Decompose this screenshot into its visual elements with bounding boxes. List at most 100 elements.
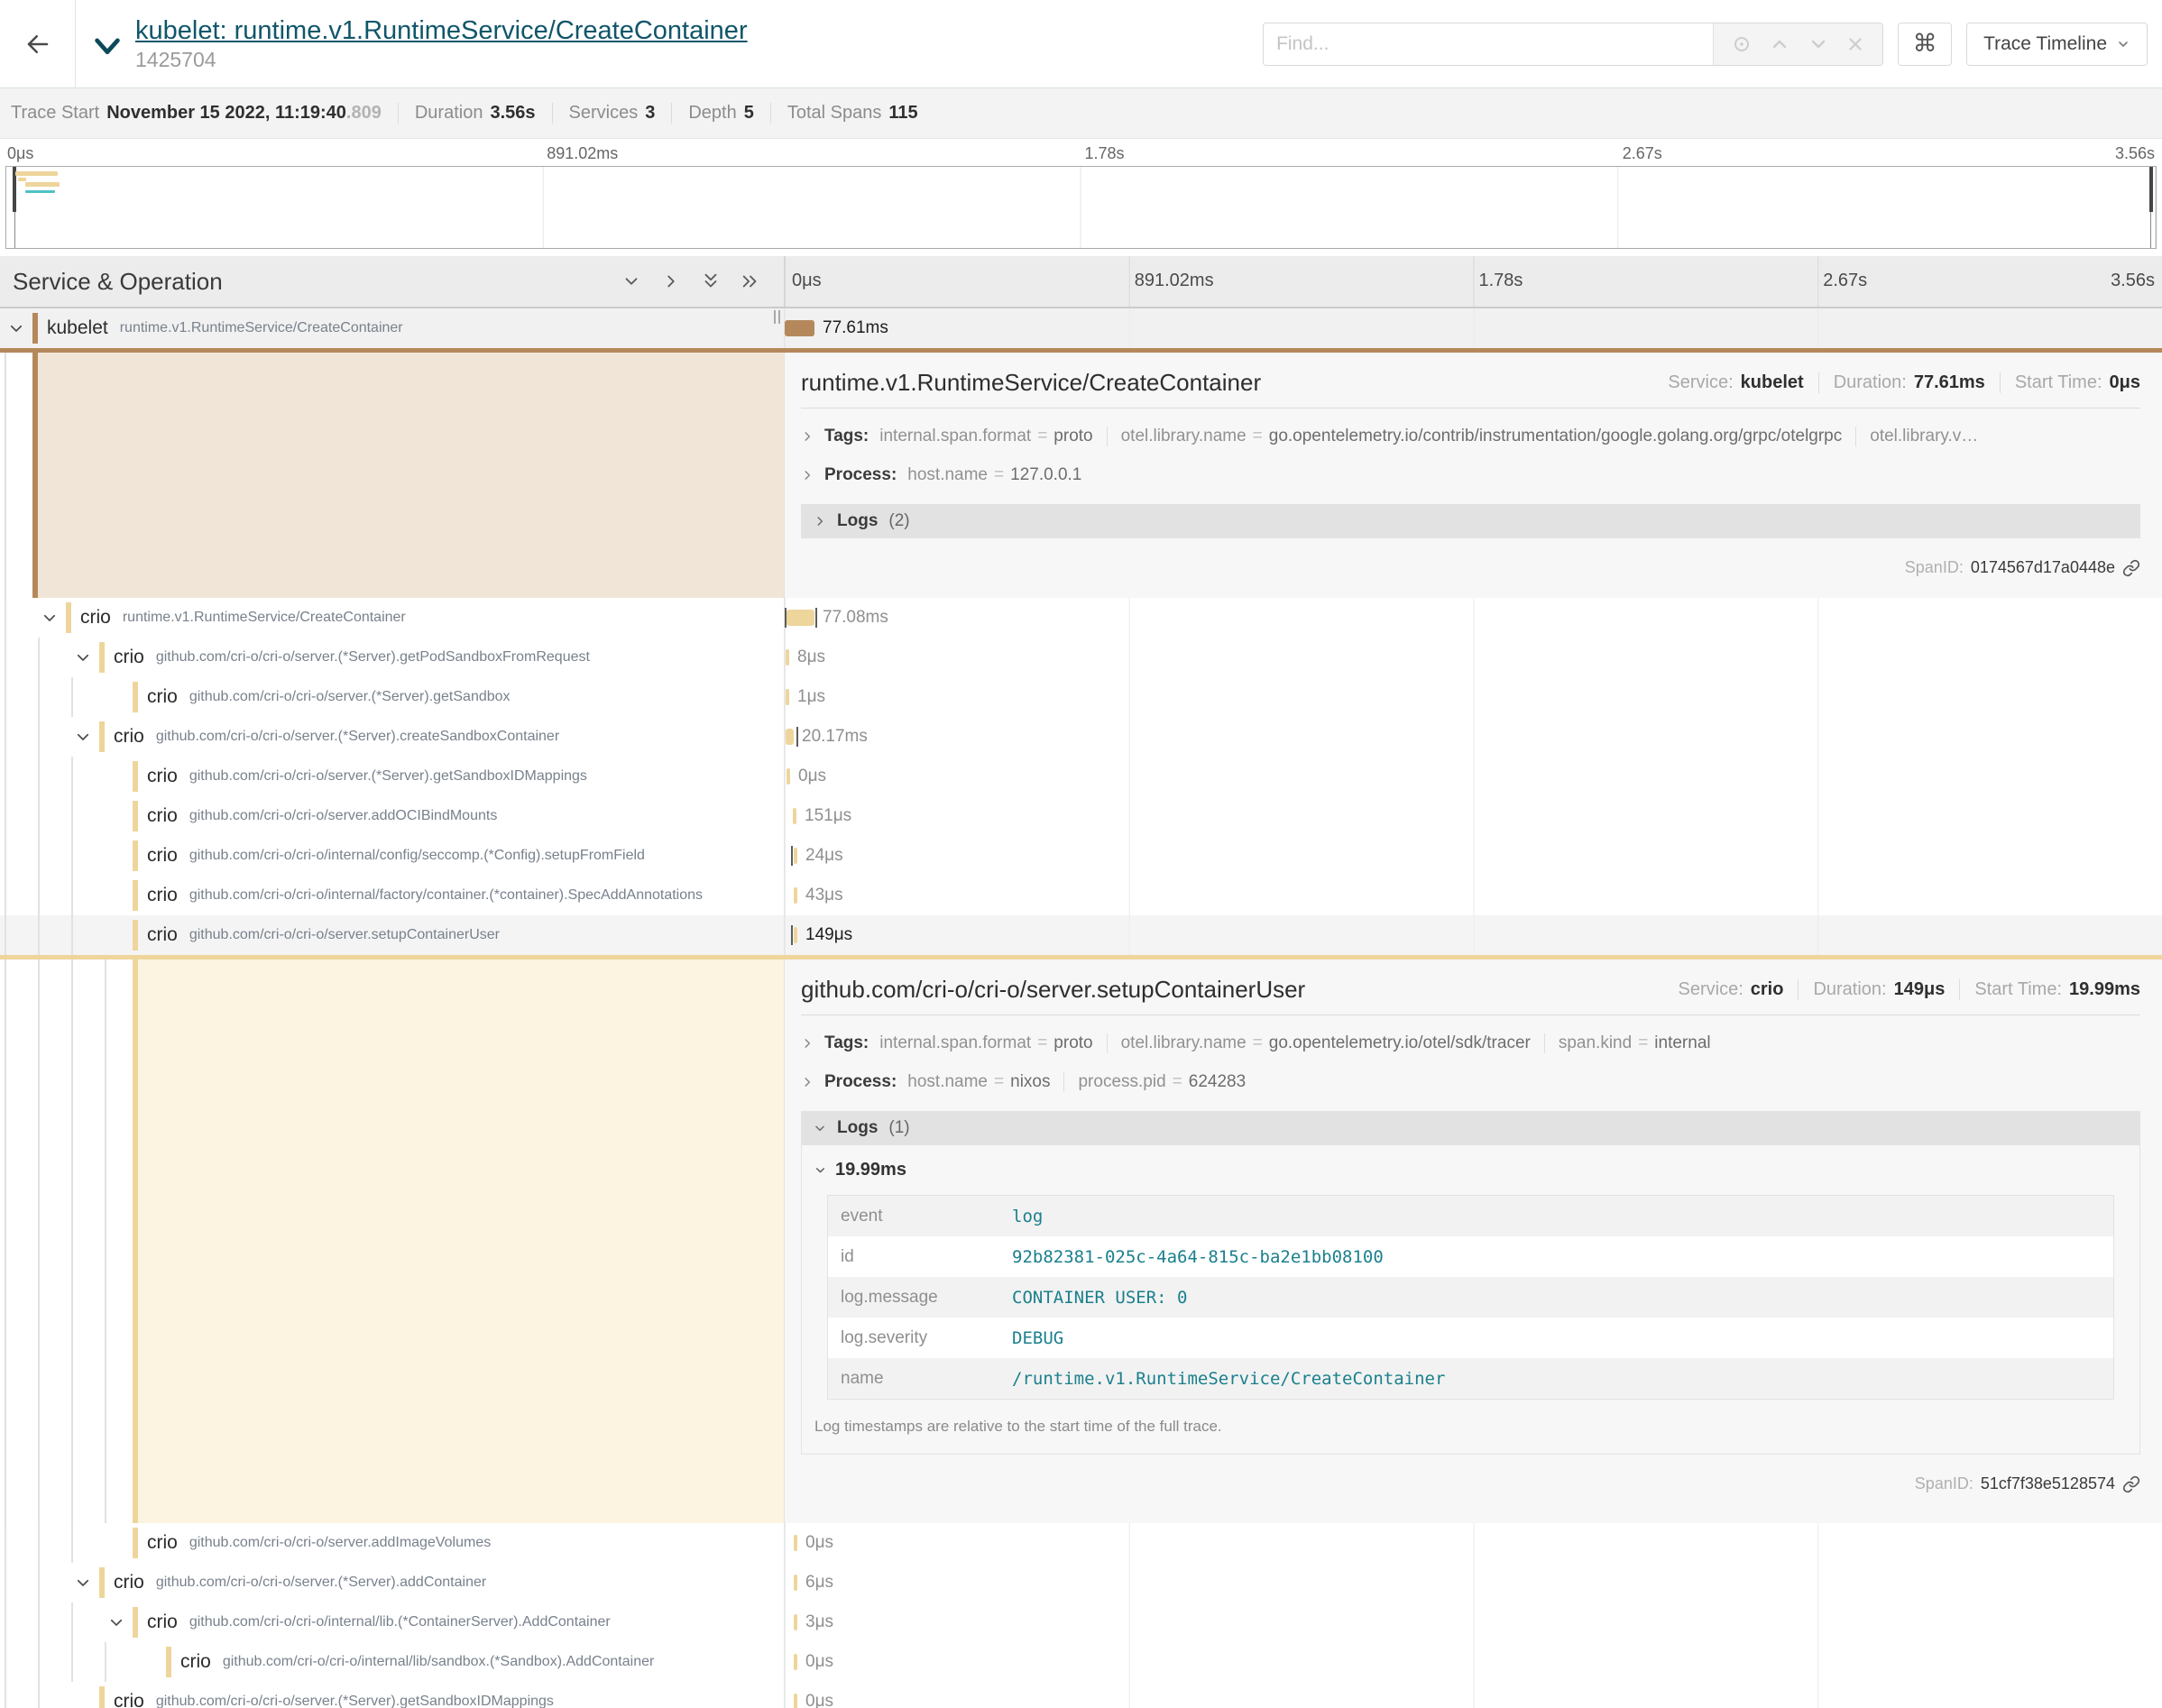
span-row-name-cell[interactable]: crio github.com/cri-o/cri-o/server.(*Ser… bbox=[0, 638, 785, 677]
chevron-up-icon bbox=[1769, 33, 1790, 55]
span-row-timeline-cell[interactable]: 0μs bbox=[785, 1682, 2162, 1708]
span-duration-bar[interactable] bbox=[786, 689, 789, 705]
span-duration-bar[interactable] bbox=[786, 649, 789, 666]
collapse-one-level-button[interactable] bbox=[661, 271, 681, 291]
span-row-name-cell[interactable]: crio github.com/cri-o/cri-o/server.(*Ser… bbox=[0, 757, 785, 796]
span-row-name-cell[interactable]: crio github.com/cri-o/cri-o/internal/fac… bbox=[0, 876, 785, 915]
process-section[interactable]: Process: host.name=127.0.0.1 bbox=[801, 465, 2140, 485]
clear-find-button[interactable] bbox=[1845, 34, 1865, 54]
span-row[interactable]: crio github.com/cri-o/cri-o/server.(*Ser… bbox=[0, 1563, 2162, 1602]
row-expand-chevron[interactable] bbox=[107, 1613, 125, 1631]
operation-name: github.com/cri-o/cri-o/server.(*Server).… bbox=[156, 729, 559, 745]
prev-match-button[interactable] bbox=[1769, 33, 1790, 55]
next-match-button[interactable] bbox=[1808, 33, 1829, 55]
span-row[interactable]: crio github.com/cri-o/cri-o/server.(*Ser… bbox=[0, 757, 2162, 796]
span-duration-bar[interactable] bbox=[785, 320, 814, 336]
trace-title-link[interactable]: kubelet: runtime.v1.RuntimeService/Creat… bbox=[135, 16, 748, 45]
span-row-timeline-cell[interactable]: 1μs bbox=[785, 677, 2162, 717]
tags-section[interactable]: Tags: internal.span.format=protootel.lib… bbox=[801, 1033, 2140, 1053]
span-duration-bar[interactable] bbox=[794, 1694, 797, 1708]
link-icon[interactable] bbox=[2122, 1475, 2140, 1493]
span-row[interactable]: crio github.com/cri-o/cri-o/server.(*Ser… bbox=[0, 677, 2162, 717]
span-row-timeline-cell[interactable]: 149μs bbox=[785, 915, 2162, 955]
span-row-timeline-cell[interactable]: 0μs bbox=[785, 1642, 2162, 1682]
span-row-name-cell[interactable]: crio github.com/cri-o/cri-o/server.setup… bbox=[0, 915, 785, 955]
logs-accordion-collapsed[interactable]: Logs (2) bbox=[801, 504, 2140, 538]
span-row[interactable]: crio github.com/cri-o/cri-o/server.(*Ser… bbox=[0, 1682, 2162, 1708]
span-duration-bar[interactable] bbox=[787, 610, 814, 626]
span-duration-bar[interactable] bbox=[794, 1535, 797, 1551]
span-row-timeline-cell[interactable]: 0μs bbox=[785, 1523, 2162, 1563]
crosshair-icon bbox=[1731, 33, 1753, 55]
span-row-name-cell[interactable]: crio github.com/cri-o/cri-o/internal/lib… bbox=[0, 1602, 785, 1642]
keyboard-shortcuts-button[interactable]: ⌘ bbox=[1898, 23, 1952, 66]
span-row[interactable]: crio github.com/cri-o/cri-o/internal/lib… bbox=[0, 1642, 2162, 1682]
minimap-canvas[interactable] bbox=[5, 166, 2157, 249]
span-row[interactable]: crio runtime.v1.RuntimeService/CreateCon… bbox=[0, 598, 2162, 638]
column-resizer-grip[interactable] bbox=[774, 310, 783, 324]
span-row[interactable]: crio github.com/cri-o/cri-o/server.addOC… bbox=[0, 796, 2162, 836]
expand-one-level-button[interactable] bbox=[621, 271, 641, 291]
span-duration-bar[interactable] bbox=[794, 848, 797, 864]
logs-accordion-expanded[interactable]: Logs (1) bbox=[801, 1111, 2140, 1145]
span-row-timeline-cell[interactable]: 77.61ms bbox=[785, 308, 2162, 348]
span-row-timeline-cell[interactable]: 6μs bbox=[785, 1563, 2162, 1602]
span-row-timeline-cell[interactable]: 3μs bbox=[785, 1602, 2162, 1642]
span-row[interactable]: crio github.com/cri-o/cri-o/server.(*Ser… bbox=[0, 717, 2162, 757]
log-entry-header[interactable]: 19.99ms bbox=[814, 1160, 2127, 1180]
span-row-name-cell[interactable]: crio github.com/cri-o/cri-o/internal/con… bbox=[0, 836, 785, 876]
tags-section[interactable]: Tags: internal.span.format=protootel.lib… bbox=[801, 427, 2140, 446]
span-row-timeline-cell[interactable]: 20.17ms bbox=[785, 717, 2162, 757]
span-row-timeline-cell[interactable]: 43μs bbox=[785, 876, 2162, 915]
expand-all-button[interactable] bbox=[701, 271, 721, 291]
trace-view-selector[interactable]: Trace Timeline bbox=[1966, 23, 2148, 66]
tree-guide bbox=[71, 836, 73, 876]
span-row[interactable]: crio github.com/cri-o/cri-o/internal/lib… bbox=[0, 1602, 2162, 1642]
service-name: crio bbox=[147, 766, 178, 787]
span-duration-bar[interactable] bbox=[787, 768, 790, 785]
span-row[interactable]: crio github.com/cri-o/cri-o/server.(*Ser… bbox=[0, 638, 2162, 677]
span-row-timeline-cell[interactable]: 77.08ms bbox=[785, 598, 2162, 638]
span-duration-bar[interactable] bbox=[794, 1654, 797, 1670]
row-expand-chevron[interactable] bbox=[74, 728, 92, 746]
span-duration-bar[interactable] bbox=[793, 808, 796, 824]
process-section[interactable]: Process: host.name=nixosprocess.pid=6242… bbox=[801, 1072, 2140, 1092]
span-duration-bar[interactable] bbox=[794, 1614, 797, 1630]
span-duration-bar[interactable] bbox=[786, 729, 794, 745]
span-row[interactable]: crio github.com/cri-o/cri-o/internal/con… bbox=[0, 836, 2162, 876]
span-duration-bar[interactable] bbox=[794, 1575, 797, 1591]
span-row-name-cell[interactable]: crio github.com/cri-o/cri-o/internal/lib… bbox=[0, 1642, 785, 1682]
span-row[interactable]: crio github.com/cri-o/cri-o/server.setup… bbox=[0, 915, 2162, 955]
row-expand-chevron[interactable] bbox=[74, 648, 92, 666]
span-row[interactable]: crio github.com/cri-o/cri-o/internal/fac… bbox=[0, 876, 2162, 915]
span-row[interactable]: crio github.com/cri-o/cri-o/server.addIm… bbox=[0, 1523, 2162, 1563]
span-row-timeline-cell[interactable]: 0μs bbox=[785, 757, 2162, 796]
span-row-name-cell[interactable]: crio github.com/cri-o/cri-o/server.addOC… bbox=[0, 796, 785, 836]
span-row-name-cell[interactable]: crio github.com/cri-o/cri-o/server.(*Ser… bbox=[0, 677, 785, 717]
span-row-name-cell[interactable]: crio github.com/cri-o/cri-o/server.(*Ser… bbox=[0, 1563, 785, 1602]
minimap-right-handle[interactable] bbox=[2149, 167, 2153, 212]
find-input[interactable] bbox=[1264, 23, 1713, 65]
focus-match-button[interactable] bbox=[1731, 33, 1753, 55]
span-row[interactable]: kubelet runtime.v1.RuntimeService/Create… bbox=[0, 308, 2162, 348]
span-duration-bar[interactable] bbox=[794, 927, 797, 943]
span-row-timeline-cell[interactable]: 151μs bbox=[785, 796, 2162, 836]
span-row-name-cell[interactable]: kubelet runtime.v1.RuntimeService/Create… bbox=[0, 308, 785, 348]
row-expand-chevron[interactable] bbox=[74, 1574, 92, 1592]
span-duration-bar[interactable] bbox=[794, 887, 797, 904]
collapse-header-button[interactable] bbox=[92, 35, 123, 59]
row-expand-chevron[interactable] bbox=[7, 319, 25, 337]
tree-guide bbox=[5, 876, 6, 915]
span-row-timeline-cell[interactable]: 24μs bbox=[785, 836, 2162, 876]
collapse-all-button[interactable] bbox=[741, 271, 760, 291]
span-row-name-cell[interactable]: crio github.com/cri-o/cri-o/server.(*Ser… bbox=[0, 717, 785, 757]
span-duration-label: 149μs bbox=[805, 925, 852, 945]
span-duration-label: 6μs bbox=[805, 1573, 833, 1593]
span-row-name-cell[interactable]: crio runtime.v1.RuntimeService/CreateCon… bbox=[0, 598, 785, 638]
row-expand-chevron[interactable] bbox=[41, 609, 59, 627]
span-row-timeline-cell[interactable]: 8μs bbox=[785, 638, 2162, 677]
span-row-name-cell[interactable]: crio github.com/cri-o/cri-o/server.(*Ser… bbox=[0, 1682, 785, 1708]
link-icon[interactable] bbox=[2122, 559, 2140, 577]
span-row-name-cell[interactable]: crio github.com/cri-o/cri-o/server.addIm… bbox=[0, 1523, 785, 1563]
back-button[interactable] bbox=[0, 0, 76, 88]
